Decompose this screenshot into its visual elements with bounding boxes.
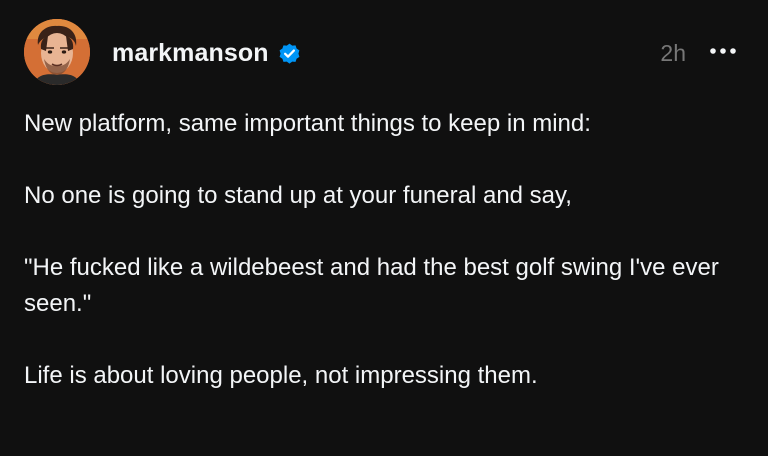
more-options-icon[interactable] [709,46,737,56]
post-paragraph: "He fucked like a wildebeest and had the… [24,254,726,317]
thread-post: markmanson 2h New platform, same importa… [0,0,768,456]
avatar-photo-icon [24,19,90,85]
post-body: New platform, same important things to k… [24,106,748,430]
author-avatar[interactable] [24,19,90,85]
post-paragraph: No one is going to stand up at your fune… [24,182,572,209]
post-paragraph: Life is about loving people, not impress… [24,362,538,389]
post-paragraph: New platform, same important things to k… [24,110,591,137]
author-username[interactable]: markmanson [112,39,269,68]
author-row: markmanson [112,38,302,68]
verified-badge-icon [277,41,302,66]
post-header: markmanson 2h [24,19,744,87]
post-timestamp: 2h [660,40,686,66]
